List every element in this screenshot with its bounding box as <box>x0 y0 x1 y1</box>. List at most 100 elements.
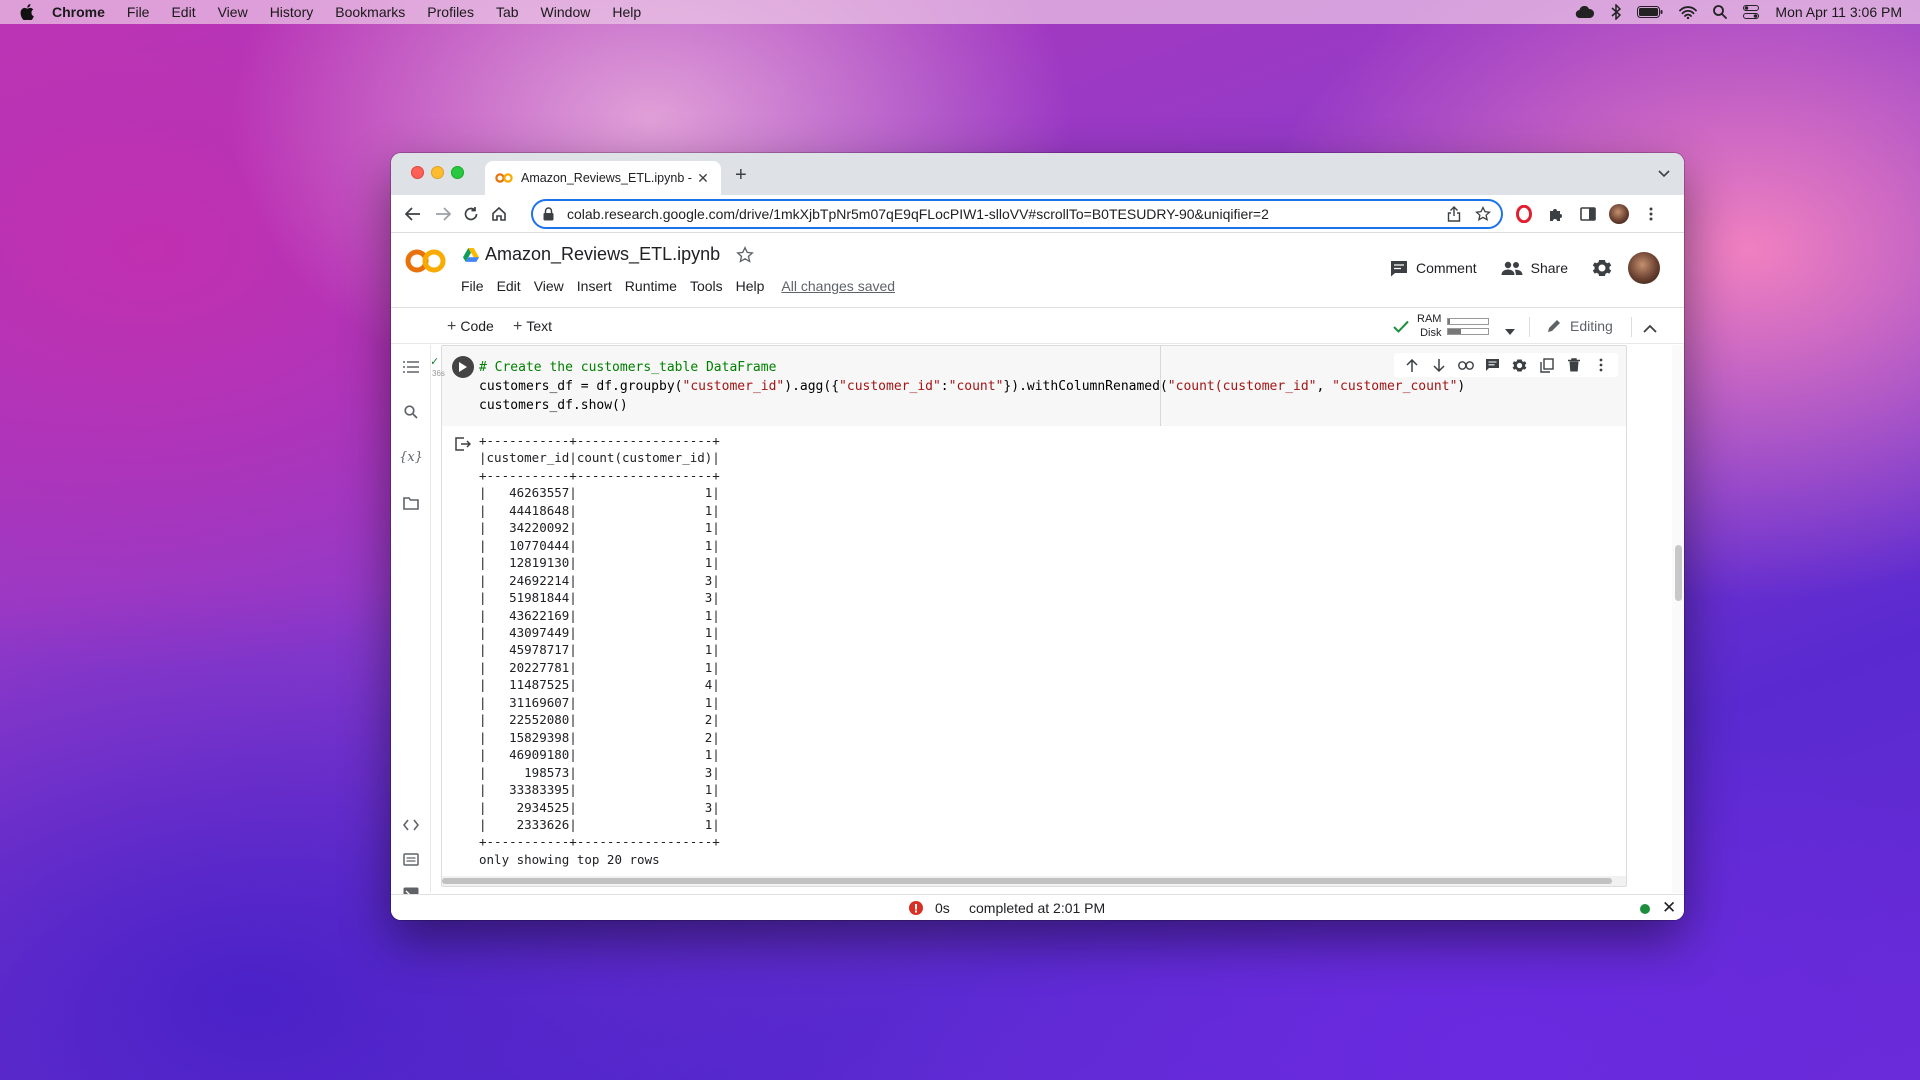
move-cell-up-icon[interactable] <box>1398 358 1425 372</box>
notebook-title[interactable]: Amazon_Reviews_ETL.ipynb <box>485 244 720 265</box>
battery-icon[interactable] <box>1637 6 1663 18</box>
add-code-cell-button[interactable]: + Code <box>447 318 494 336</box>
delete-cell-trash-icon[interactable] <box>1560 358 1587 372</box>
menu-app-name[interactable]: Chrome <box>52 4 105 20</box>
scroll-thumb[interactable] <box>442 878 1612 884</box>
more-actions-kebab-icon[interactable] <box>1587 358 1614 372</box>
colab-header: Amazon_Reviews_ETL.ipynb File Edit View … <box>391 234 1684 308</box>
code-cell[interactable]: # Create the customers_table DataFrame c… <box>441 345 1627 887</box>
table-of-contents-icon[interactable] <box>401 357 421 377</box>
menu-bookmarks[interactable]: Bookmarks <box>335 4 405 20</box>
zoom-window-button[interactable] <box>451 166 464 179</box>
opera-extension-icon[interactable] <box>1514 204 1534 224</box>
close-status-icon[interactable]: ✕ <box>1662 898 1676 918</box>
add-text-cell-button[interactable]: + Text <box>513 318 552 336</box>
search-icon[interactable] <box>401 402 421 422</box>
resource-monitor[interactable]: RAM Disk <box>1393 312 1490 340</box>
close-window-button[interactable] <box>411 166 424 179</box>
collapse-header-chevron-icon[interactable] <box>1643 320 1657 338</box>
nb-menu-runtime[interactable]: Runtime <box>625 278 677 294</box>
move-cell-down-icon[interactable] <box>1425 358 1452 372</box>
run-cell-button[interactable] <box>452 356 474 378</box>
cloud-icon[interactable] <box>1575 6 1595 18</box>
nb-menu-tools[interactable]: Tools <box>690 278 723 294</box>
menu-edit[interactable]: Edit <box>171 4 195 20</box>
editing-mode-button[interactable]: Editing <box>1546 318 1613 334</box>
add-comment-icon[interactable] <box>1479 358 1506 372</box>
menu-help[interactable]: Help <box>612 4 641 20</box>
menu-history[interactable]: History <box>270 4 314 20</box>
cell-settings-gear-icon[interactable] <box>1506 358 1533 373</box>
browser-tab-active[interactable]: Amazon_Reviews_ETL.ipynb - ✕ <box>485 161 721 195</box>
menu-tab[interactable]: Tab <box>496 4 519 20</box>
comment-button[interactable]: Comment <box>1390 260 1477 277</box>
nb-menu-file[interactable]: File <box>461 278 484 294</box>
url-text[interactable]: colab.research.google.com/drive/1mkXjbTp… <box>567 206 1433 222</box>
new-tab-button[interactable]: + <box>735 164 747 187</box>
error-indicator-icon[interactable] <box>909 901 923 918</box>
connected-check-icon <box>1393 320 1409 333</box>
settings-gear-icon[interactable] <box>1592 258 1612 278</box>
variables-icon[interactable]: {x} <box>399 447 423 467</box>
status-bar: 0s completed at 2:01 PM ✕ <box>391 894 1684 920</box>
code-string: "count" <box>948 379 1004 394</box>
menu-file[interactable]: File <box>127 4 150 20</box>
share-label: Share <box>1530 260 1568 276</box>
menu-window[interactable]: Window <box>541 4 591 20</box>
code-token: , <box>1316 379 1333 394</box>
bookmark-star-icon[interactable] <box>1475 206 1491 222</box>
side-panel-icon[interactable] <box>1578 204 1598 224</box>
link-to-cell-icon[interactable] <box>1452 360 1479 370</box>
extensions-puzzle-icon[interactable] <box>1546 204 1566 224</box>
home-icon[interactable] <box>489 204 509 224</box>
address-bar[interactable]: colab.research.google.com/drive/1mkXjbTp… <box>531 199 1503 229</box>
command-palette-icon[interactable] <box>401 849 421 869</box>
files-folder-icon[interactable] <box>401 493 421 513</box>
close-tab-icon[interactable]: ✕ <box>695 170 711 187</box>
colab-logo[interactable] <box>405 248 447 281</box>
user-avatar[interactable] <box>1628 252 1660 284</box>
minimize-window-button[interactable] <box>431 166 444 179</box>
code-snippets-icon[interactable] <box>401 815 421 835</box>
scroll-thumb[interactable] <box>1675 545 1682 601</box>
bluetooth-icon[interactable] <box>1611 4 1622 20</box>
google-drive-icon[interactable] <box>463 247 479 262</box>
mirror-cell-icon[interactable] <box>1533 357 1560 373</box>
runtime-dropdown-caret-icon[interactable] <box>1505 322 1515 340</box>
code-line: customers_df.show() <box>479 398 628 413</box>
spotlight-search-icon[interactable] <box>1713 5 1728 19</box>
nb-menu-edit[interactable]: Edit <box>497 278 521 294</box>
share-button[interactable]: Share <box>1501 260 1568 276</box>
tab-search-chevron-icon[interactable] <box>1658 165 1670 183</box>
chrome-menu-kebab-icon[interactable] <box>1641 204 1661 224</box>
nb-menu-insert[interactable]: Insert <box>577 278 612 294</box>
add-code-label: Code <box>460 318 494 334</box>
save-status-link[interactable]: All changes saved <box>781 278 895 294</box>
back-icon[interactable] <box>403 204 423 224</box>
reload-icon[interactable] <box>461 204 481 224</box>
control-center-icon[interactable] <box>1743 5 1760 19</box>
menu-view[interactable]: View <box>218 4 248 20</box>
completion-status[interactable]: completed at 2:01 PM <box>969 900 1105 916</box>
horizontal-scrollbar[interactable] <box>442 876 1626 886</box>
apple-menu-icon[interactable] <box>20 4 36 20</box>
vertical-scrollbar[interactable] <box>1672 345 1684 893</box>
browser-toolbar: colab.research.google.com/drive/1mkXjbTp… <box>391 195 1684 233</box>
output-actions-icon[interactable] <box>455 437 472 456</box>
pencil-icon <box>1546 318 1562 334</box>
editing-label: Editing <box>1570 318 1613 334</box>
menu-profiles[interactable]: Profiles <box>427 4 474 20</box>
connection-status-dot <box>1640 904 1650 914</box>
wifi-icon[interactable] <box>1679 5 1698 19</box>
star-notebook-icon[interactable] <box>736 245 755 264</box>
nb-menu-view[interactable]: View <box>534 278 564 294</box>
nb-menu-help[interactable]: Help <box>736 278 765 294</box>
cell-source[interactable]: # Create the customers_table DataFrame c… <box>479 358 1465 415</box>
code-editor[interactable]: # Create the customers_table DataFrame c… <box>442 346 1626 426</box>
forward-icon[interactable] <box>433 204 453 224</box>
menu-clock[interactable]: Mon Apr 11 3:06 PM <box>1775 4 1902 20</box>
comment-icon <box>1390 260 1408 277</box>
share-page-icon[interactable] <box>1447 206 1461 222</box>
profile-avatar-icon[interactable] <box>1609 204 1629 224</box>
lock-icon[interactable] <box>543 207 557 221</box>
